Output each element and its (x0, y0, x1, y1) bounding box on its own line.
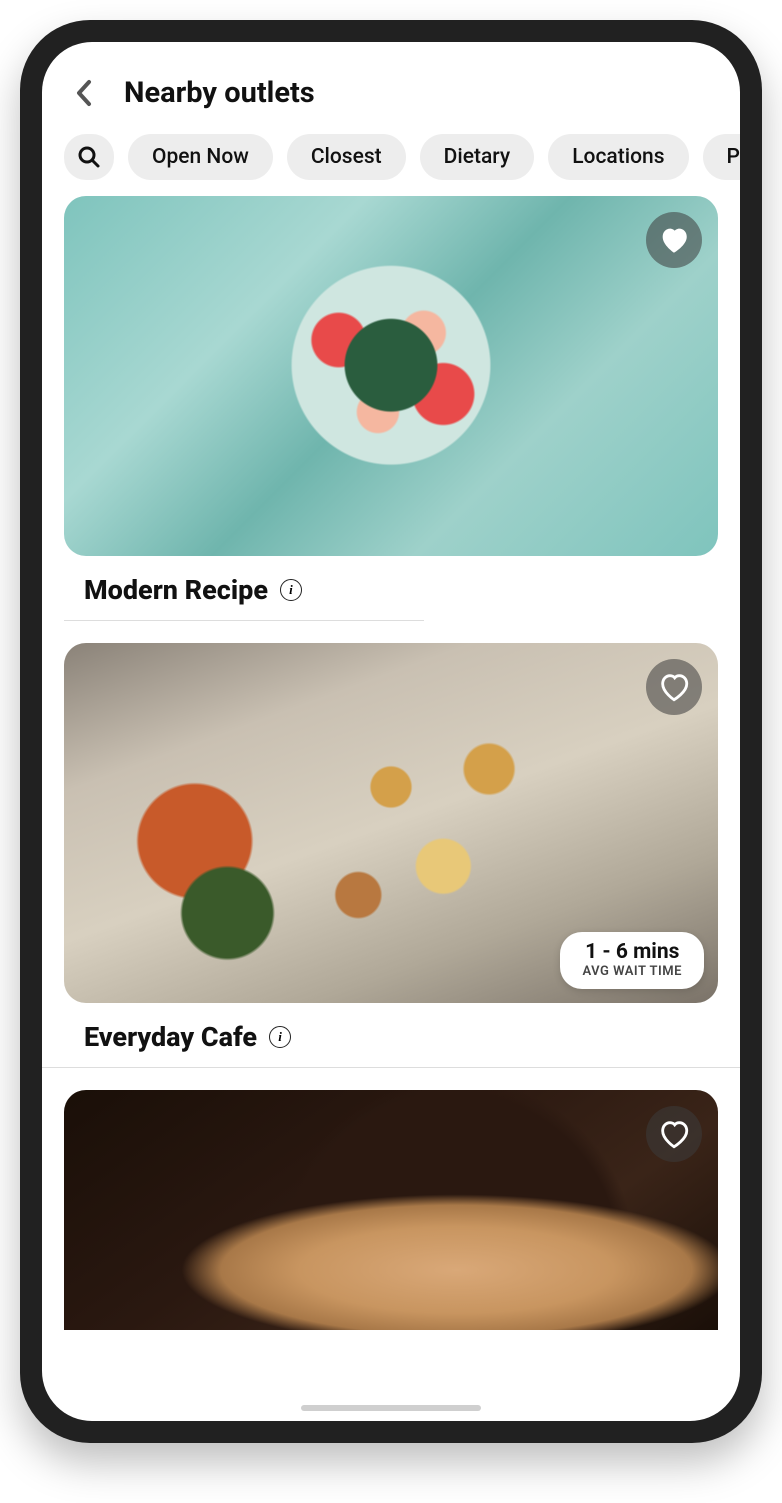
filter-chip-dietary[interactable]: Dietary (420, 134, 535, 180)
outlet-card[interactable] (64, 1090, 718, 1330)
outlet-name: Everyday Cafe (84, 1021, 257, 1053)
outlet-card[interactable]: Modern Recipe i (64, 196, 718, 621)
header: Nearby outlets (42, 42, 740, 128)
favorite-button[interactable] (646, 659, 702, 715)
screen: Nearby outlets Open Now Closest Dietary … (42, 42, 740, 1421)
wait-time-label: AVG WAIT TIME (582, 964, 682, 979)
outlet-image[interactable] (64, 196, 718, 556)
page-title: Nearby outlets (124, 76, 315, 110)
outlet-image[interactable] (64, 1090, 718, 1330)
filter-chip-locations[interactable]: Locations (548, 134, 688, 180)
home-indicator[interactable] (301, 1405, 481, 1411)
info-icon[interactable]: i (269, 1026, 291, 1048)
search-button[interactable] (64, 134, 114, 180)
chevron-left-icon (74, 79, 94, 107)
outlet-title-row: Everyday Cafe i (64, 1003, 718, 1067)
back-button[interactable] (70, 79, 98, 107)
divider (64, 620, 424, 621)
filter-chip-more[interactable]: Po (703, 134, 741, 180)
outlet-title-row: Modern Recipe i (64, 556, 718, 620)
outlet-image[interactable]: 1 - 6 mins AVG WAIT TIME (64, 643, 718, 1003)
divider (42, 1067, 740, 1068)
outlets-list[interactable]: Modern Recipe i 1 - 6 mins AVG WAIT TIME (42, 196, 740, 1421)
heart-icon (657, 670, 691, 704)
wait-time-badge: 1 - 6 mins AVG WAIT TIME (560, 932, 704, 989)
favorite-button[interactable] (646, 1106, 702, 1162)
wait-time-value: 1 - 6 mins (582, 940, 682, 964)
heart-icon (657, 1117, 691, 1151)
heart-icon (657, 223, 691, 257)
filter-row[interactable]: Open Now Closest Dietary Locations Po (42, 128, 740, 196)
filter-chip-closest[interactable]: Closest (287, 134, 406, 180)
info-icon[interactable]: i (280, 579, 302, 601)
search-icon (77, 145, 101, 169)
outlet-name: Modern Recipe (84, 574, 268, 606)
favorite-button[interactable] (646, 212, 702, 268)
filter-chip-open-now[interactable]: Open Now (128, 134, 273, 180)
device-frame: Nearby outlets Open Now Closest Dietary … (20, 20, 762, 1443)
outlet-card[interactable]: 1 - 6 mins AVG WAIT TIME Everyday Cafe i (64, 643, 718, 1068)
